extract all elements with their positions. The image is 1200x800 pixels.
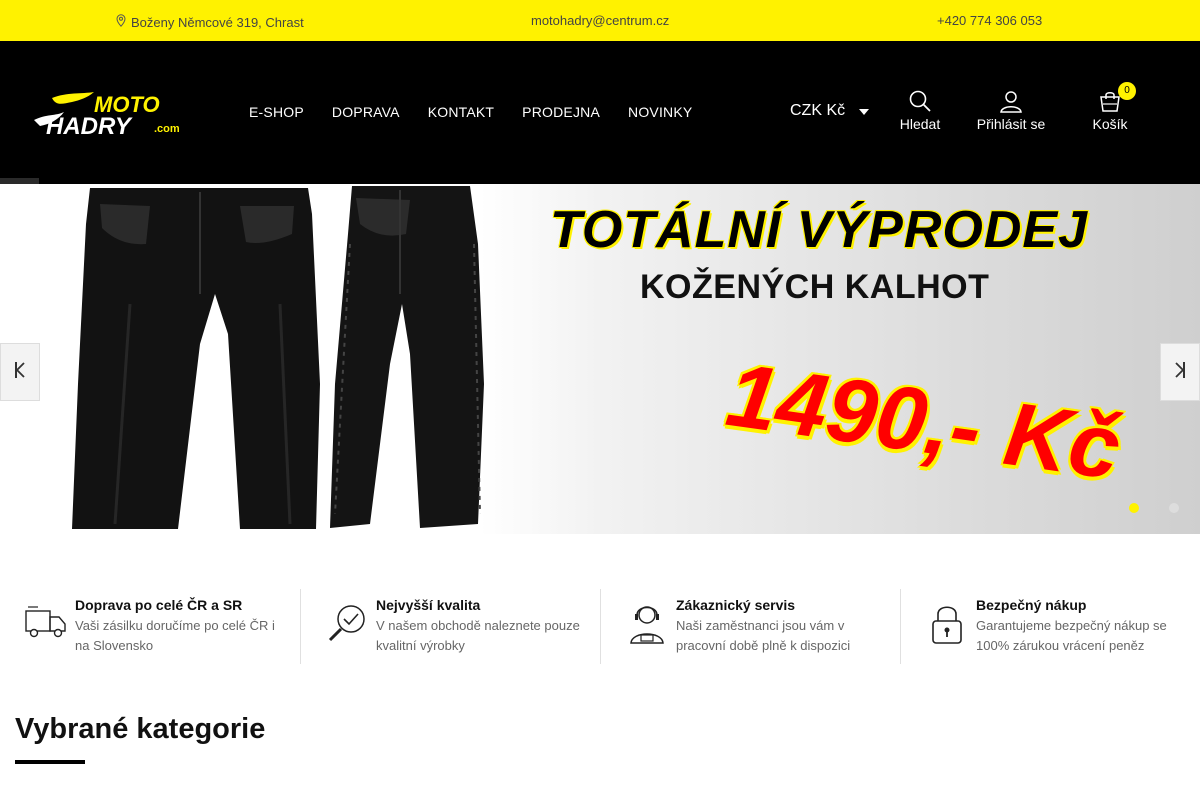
slider-dot-2[interactable] xyxy=(1169,503,1179,513)
main-navigation: E-SHOP DOPRAVA KONTAKT PRODEJNA NOVINKY xyxy=(249,104,720,120)
slider-pagination xyxy=(1129,503,1179,513)
feature-text: Naši zaměstnanci jsou vám v pracovní dob… xyxy=(676,618,851,653)
hero-price: 1490,- Kč xyxy=(720,344,1127,500)
nav-item-kontakt[interactable]: KONTAKT xyxy=(428,104,494,120)
feature-title: Doprava po celé ČR a SR xyxy=(75,597,243,613)
site-logo[interactable]: MOTO HADRY .com xyxy=(32,90,190,140)
hero-headline: TOTÁLNÍ VÝPRODEJ xyxy=(550,201,1089,259)
caret-down-icon xyxy=(859,109,870,115)
feature-shipping: Doprava po celé ČR a SR Vaši zásilku dor… xyxy=(0,589,300,664)
address-text: Boženy Němcové 319, Chrast xyxy=(131,14,304,30)
nav-item-novinky[interactable]: NOVINKY xyxy=(628,104,692,120)
cart-count-badge: 0 xyxy=(1118,82,1136,100)
feature-text: Garantujeme bezpečný nákup se 100% záruk… xyxy=(976,618,1167,653)
padlock-icon xyxy=(925,601,969,645)
svg-text:HADRY: HADRY xyxy=(46,113,133,136)
search-button[interactable]: Hledat xyxy=(892,89,948,132)
currency-selector[interactable]: CZK Kč xyxy=(790,102,870,120)
feature-text: V našem obchodě naleznete pouze kvalitní… xyxy=(376,618,580,653)
nav-item-eshop[interactable]: E-SHOP xyxy=(249,104,304,120)
features-row: Doprava po celé ČR a SR Vaši zásilku dor… xyxy=(0,589,1200,664)
hero-banner[interactable]: TOTÁLNÍ VÝPRODEJ KOŽENÝCH KALHOT 1490,- … xyxy=(0,184,1200,534)
hero-subline: KOŽENÝCH KALHOT xyxy=(640,268,990,306)
location-pin-icon xyxy=(116,14,126,31)
nav-item-doprava[interactable]: DOPRAVA xyxy=(332,104,400,120)
cart-button[interactable]: 0 Košík xyxy=(1086,82,1136,132)
feature-quality: Nejvyšší kvalita V našem obchodě nalezne… xyxy=(300,589,600,664)
user-icon xyxy=(970,89,1052,113)
slider-next-button[interactable] xyxy=(1160,343,1200,401)
truck-icon xyxy=(24,601,68,645)
slider-prev-button[interactable] xyxy=(0,343,40,401)
search-label: Hledat xyxy=(899,116,941,132)
feature-secure: Bezpečný nákup Garantujeme bezpečný náku… xyxy=(900,589,1200,664)
feature-text: Vaši zásilku doručíme po celé ČR i na Sl… xyxy=(75,618,275,653)
phone-link[interactable]: +420 774 306 053 xyxy=(937,13,1042,29)
login-label: Přihlásit se xyxy=(976,116,1046,132)
section-title: Vybrané kategorie xyxy=(15,713,266,745)
quality-check-icon xyxy=(325,601,369,645)
section-underline xyxy=(15,760,85,764)
login-button[interactable]: Přihlásit se xyxy=(970,89,1052,132)
slider-dot-1[interactable] xyxy=(1129,503,1139,513)
feature-title: Zákaznický servis xyxy=(676,597,796,613)
currency-label: CZK Kč xyxy=(790,102,846,119)
leather-pants-image xyxy=(72,186,484,529)
feature-support: Zákaznický servis Naši zaměstnanci jsou … xyxy=(600,589,900,664)
svg-text:.com: .com xyxy=(154,123,180,135)
chevron-right-icon xyxy=(1174,360,1186,385)
support-agent-icon xyxy=(625,601,669,645)
main-header: MOTO HADRY .com E-SHOP DOPRAVA KONTAKT P… xyxy=(0,41,1200,188)
feature-title: Bezpečný nákup xyxy=(976,597,1087,613)
email-link[interactable]: motohadry@centrum.cz xyxy=(531,13,669,29)
nav-item-prodejna[interactable]: PRODEJNA xyxy=(522,104,600,120)
chevron-left-icon xyxy=(14,360,26,385)
cart-label: Košík xyxy=(1092,116,1128,132)
store-address: Boženy Němcové 319, Chrast xyxy=(116,14,304,31)
top-info-bar: Boženy Němcové 319, Chrast motohadry@cen… xyxy=(0,0,1200,41)
feature-title: Nejvyšší kvalita xyxy=(376,597,481,613)
search-icon xyxy=(892,89,948,113)
